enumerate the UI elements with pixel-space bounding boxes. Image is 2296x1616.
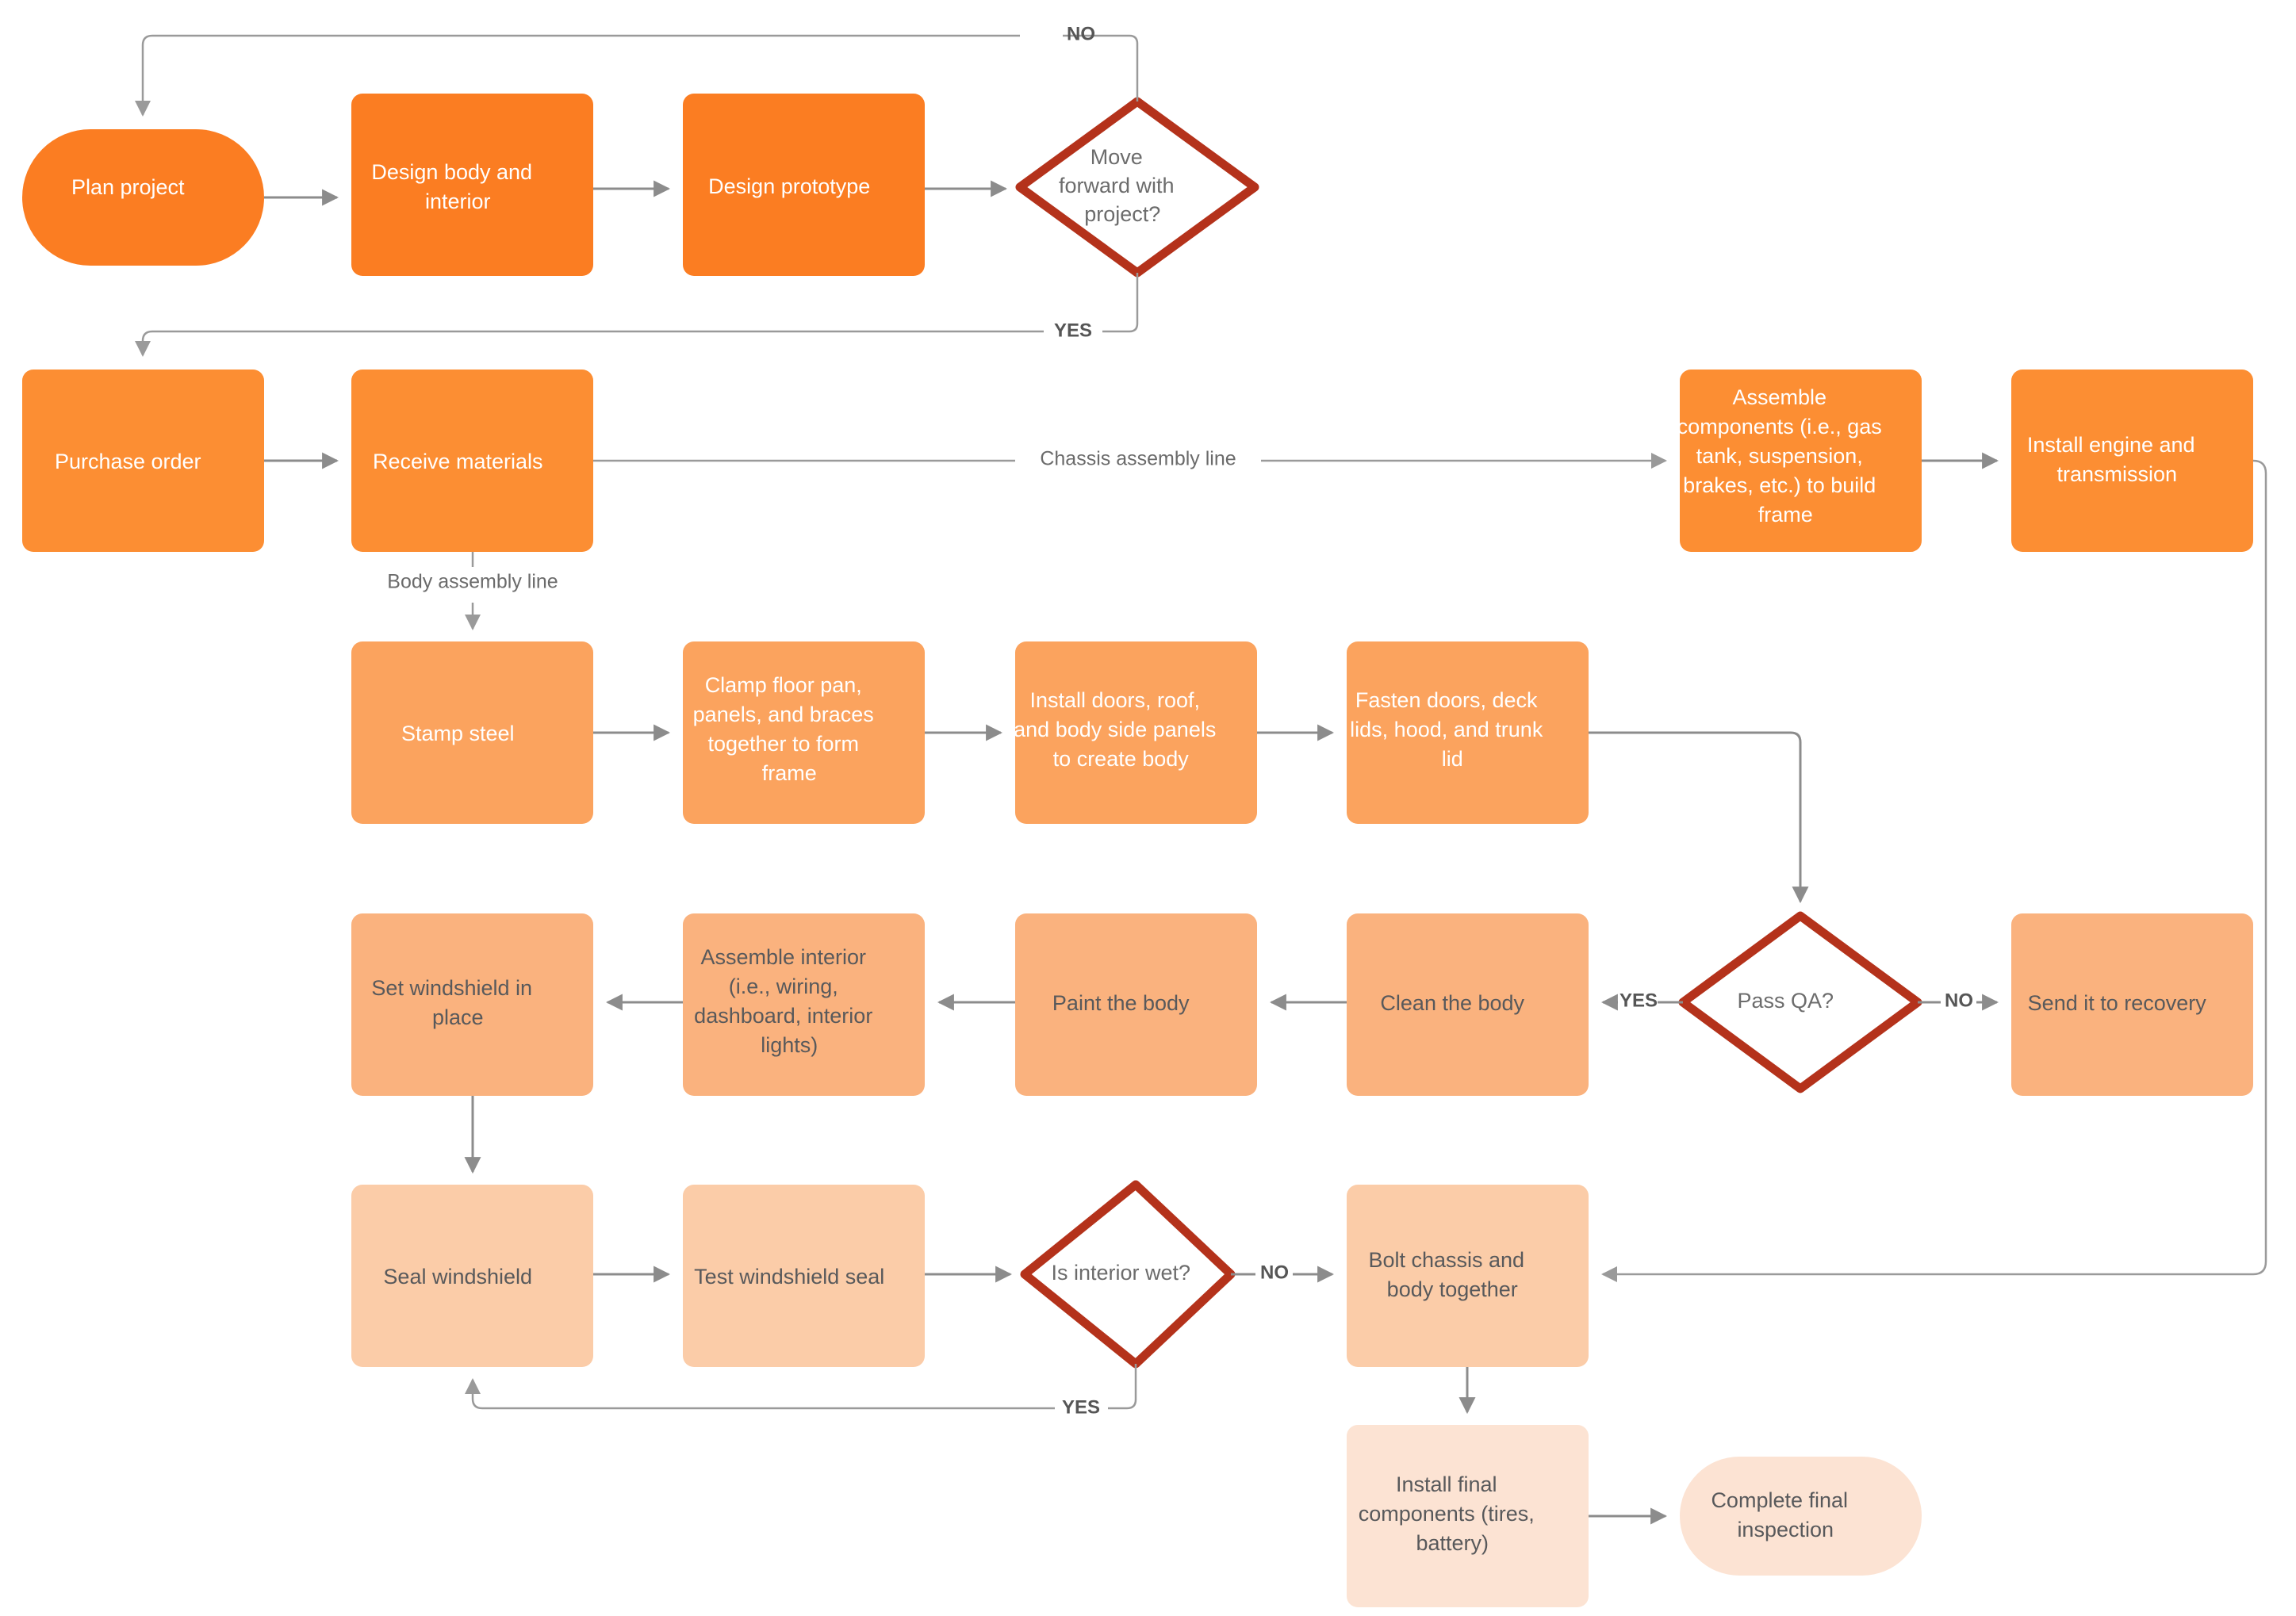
node-complete-inspection[interactable]: Complete final inspection [1680, 1457, 1922, 1576]
node-label-line: lids, hood, and trunk [1350, 718, 1543, 741]
node-label-line: and body side panels [1014, 718, 1216, 741]
node-label-line: panels, and braces [693, 703, 874, 726]
node-label-line: brakes, etc.) to build [1683, 473, 1876, 497]
edge-decision-yes-loop [143, 273, 1139, 355]
node-clean-the-body[interactable]: Clean the body [1347, 913, 1589, 1096]
edge-decision-no-loop [143, 34, 1139, 115]
svg-text:Stamp steel: Stamp steel [401, 722, 544, 745]
svg-text:Clean the body: Clean the body [1380, 991, 1554, 1015]
node-label-line: dashboard, interior [694, 1004, 872, 1028]
node-label-line: Clean the body [1380, 991, 1524, 1015]
node-install-final[interactable]: Install final components (tires, battery… [1347, 1425, 1589, 1607]
node-label-line: Design body and [371, 160, 532, 184]
flowchart-canvas: Plan project Design body and interior De… [0, 0, 2296, 1616]
node-label-line: lights) [761, 1033, 818, 1057]
node-label-line: Fasten doors, deck [1355, 688, 1538, 712]
svg-text:Send it to recovery: Send it to recovery [2028, 991, 2237, 1015]
node-label-line: inspection [1737, 1518, 1834, 1541]
node-label-line: Plan project [71, 175, 185, 199]
node-test-windshield-seal[interactable]: Test windshield seal [683, 1185, 925, 1367]
node-assemble-interior[interactable]: Assemble interior (i.e., wiring, dashboa… [683, 913, 925, 1096]
edge-label-no-project: NO [1067, 23, 1095, 44]
node-label-line: Bolt chassis and [1368, 1248, 1524, 1272]
node-receive-materials[interactable]: Receive materials [351, 370, 593, 552]
svg-text:Is interior wet?: Is interior wet? [1051, 1261, 1220, 1285]
node-label-line: Paint the body [1052, 991, 1190, 1015]
node-label-line: components (tires, [1359, 1502, 1535, 1526]
node-label-line: interior [425, 190, 491, 213]
node-label-line: Assemble [1732, 385, 1826, 409]
edge-label-qa-yes: YES [1619, 990, 1658, 1011]
node-label-line: Is interior wet? [1051, 1261, 1190, 1285]
node-label-line: Stamp steel [401, 722, 515, 745]
node-seal-windshield[interactable]: Seal windshield [351, 1185, 593, 1367]
svg-text:Design prototype: Design prototype [708, 174, 900, 198]
node-label-line: to create body [1053, 747, 1190, 771]
node-fasten-doors[interactable]: Fasten doors, deck lids, hood, and trunk… [1347, 641, 1589, 824]
node-label-line: Receive materials [373, 450, 543, 473]
svg-text:Paint the body: Paint the body [1052, 991, 1219, 1015]
node-label-line: Clamp floor pan, [705, 673, 862, 697]
svg-text:Purchase order: Purchase order [55, 450, 231, 473]
edge-label-yes-project: YES [1054, 320, 1092, 341]
node-label-line: forward with [1059, 174, 1175, 197]
edge-install-engine-to-bolt-chassis [1601, 459, 2267, 1282]
node-send-to-recovery[interactable]: Send it to recovery [2011, 913, 2253, 1096]
node-set-windshield[interactable]: Set windshield in place [351, 913, 593, 1096]
node-label-line: tank, suspension, [1696, 444, 1863, 468]
node-label-line: Install doors, roof, [1029, 688, 1200, 712]
node-label-line: Complete final [1711, 1488, 1848, 1512]
node-label-line: Seal windshield [383, 1265, 532, 1289]
node-clamp-floor-pan[interactable]: Clamp floor pan, panels, and braces toge… [683, 641, 925, 824]
node-label-line: battery) [1416, 1531, 1489, 1555]
node-install-engine[interactable]: Install engine and transmission [2011, 370, 2253, 552]
node-interior-wet-decision[interactable]: Is interior wet? [1020, 1180, 1236, 1369]
node-label-line: Install final [1396, 1472, 1497, 1496]
edge-fasten-to-pass-qa [1589, 731, 1809, 904]
node-label-line: transmission [2056, 462, 2177, 486]
node-design-body[interactable]: Design body and interior [351, 94, 593, 276]
edge-wet-yes-loop [473, 1364, 1137, 1410]
svg-text:Test windshield seal: Test windshield seal [694, 1265, 914, 1289]
node-label-line: place [432, 1005, 484, 1029]
node-label-line: components (i.e., gas [1677, 415, 1882, 438]
node-plan-project[interactable]: Plan project [22, 129, 264, 266]
node-install-doors[interactable]: Install doors, roof, and body side panel… [1014, 641, 1258, 824]
node-label-line: Send it to recovery [2028, 991, 2207, 1015]
node-label-line: lid [1442, 747, 1463, 771]
node-label-line: body together [1387, 1277, 1518, 1301]
node-design-prototype[interactable]: Design prototype [683, 94, 925, 276]
edge-label-wet-yes: YES [1062, 1396, 1100, 1418]
node-assemble-components[interactable]: Assemble components (i.e., gas tank, sus… [1677, 370, 1924, 552]
svg-text:Plan project: Plan project [71, 175, 214, 199]
node-label-line: Assemble interior [700, 945, 866, 969]
edge-label-body-assembly-line: Body assembly line [387, 571, 558, 593]
svg-text:Receive materials: Receive materials [373, 450, 573, 473]
node-label-line: project? [1084, 202, 1160, 226]
node-label-line: Test windshield seal [694, 1265, 884, 1289]
node-purchase-order[interactable]: Purchase order [22, 370, 264, 552]
node-stamp-steel[interactable]: Stamp steel [351, 641, 593, 824]
node-label-line: Purchase order [55, 450, 201, 473]
edge-label-chassis-assembly-line: Chassis assembly line [1040, 448, 1236, 470]
edge-label-qa-no: NO [1945, 990, 1973, 1011]
node-label-line: (i.e., wiring, [729, 975, 838, 998]
node-bolt-chassis[interactable]: Bolt chassis and body together [1347, 1185, 1589, 1367]
node-label-line: together to form [707, 732, 859, 756]
node-pass-qa-decision[interactable]: Pass QA? [1678, 911, 1922, 1093]
node-label-line: Pass QA? [1737, 989, 1834, 1013]
edge-label-wet-no: NO [1260, 1262, 1289, 1283]
node-label-line: frame [762, 761, 817, 785]
flowchart-svg: Plan project Design body and interior De… [22, 23, 2267, 1607]
node-label-line: Move [1091, 145, 1143, 169]
node-label-line: Design prototype [708, 174, 870, 198]
node-label-line: Install engine and [2027, 433, 2195, 457]
node-label-line: Set windshield in [371, 976, 532, 1000]
node-paint-the-body[interactable]: Paint the body [1015, 913, 1257, 1096]
node-label-line: frame [1758, 503, 1813, 527]
svg-text:Pass QA?: Pass QA? [1737, 989, 1863, 1013]
svg-text:Seal windshield: Seal windshield [383, 1265, 562, 1289]
node-move-forward-decision[interactable]: Move forward with project? [1015, 97, 1259, 278]
